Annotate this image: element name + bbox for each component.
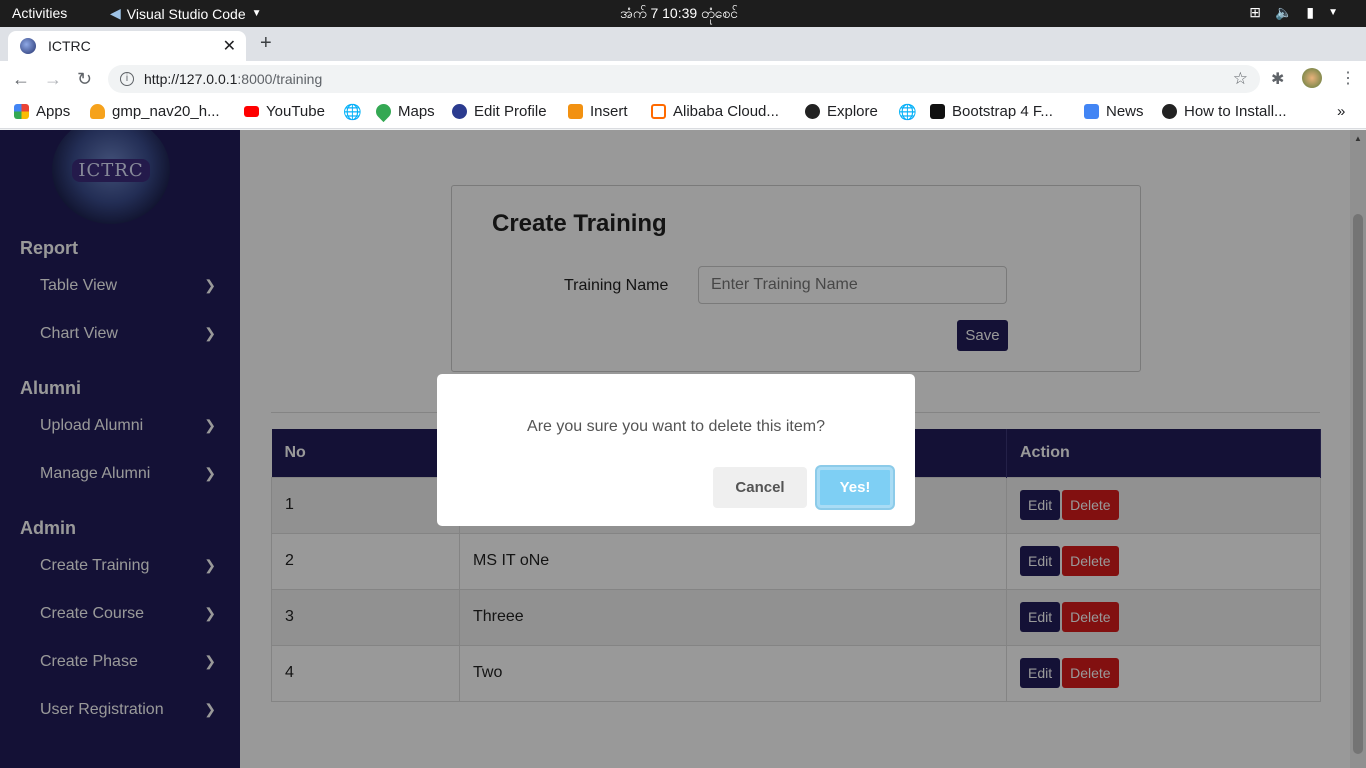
system-tray[interactable]: ⊞ 🔈 ▮ ▼ <box>1249 4 1338 21</box>
bookmark-label: YouTube <box>266 103 325 120</box>
bookmark-globe-2[interactable]: 🌐 <box>898 103 917 121</box>
confirm-yes-button[interactable]: Yes! <box>817 467 893 508</box>
browser-tab-strip: ICTRC ✕ + <box>0 27 1366 61</box>
menu-kebab-icon[interactable]: ⋮ <box>1340 68 1356 88</box>
confirm-delete-dialog: Are you sure you want to delete this ite… <box>437 374 915 526</box>
bookmark-label: Apps <box>36 103 71 120</box>
bookmark-edit-profile[interactable]: Edit Profile <box>452 103 547 120</box>
caret-down-icon: ▼ <box>251 8 262 19</box>
page-viewport: ICTRC Report Table View ❯ Chart View ❯ Alu… <box>0 130 1366 768</box>
forward-icon[interactable]: → <box>44 69 62 90</box>
globe-icon: 🌐 <box>898 104 917 121</box>
youtube-icon <box>244 106 259 117</box>
info-icon[interactable]: i <box>120 72 134 86</box>
dialog-message: Are you sure you want to delete this ite… <box>527 418 825 435</box>
volume-icon: 🔈 <box>1274 4 1293 20</box>
bookmark-news[interactable]: News <box>1084 103 1144 120</box>
extensions-icon[interactable]: ✱ <box>1271 69 1284 89</box>
phpmyadmin-icon <box>568 104 583 119</box>
favicon-icon <box>20 38 36 54</box>
bookmark-maps[interactable]: Maps <box>372 100 435 123</box>
bookmark-label: Alibaba Cloud... <box>673 103 779 120</box>
modal-backdrop[interactable]: Are you sure you want to delete this ite… <box>0 130 1366 768</box>
bookmark-explore[interactable]: Explore <box>805 103 878 120</box>
maps-pin-icon <box>372 100 395 123</box>
battery-icon: ▮ <box>1306 4 1315 20</box>
bookmark-apps[interactable]: Apps <box>14 103 70 120</box>
bookmark-label: Insert <box>590 103 628 120</box>
google-news-icon <box>1084 104 1099 119</box>
globe-icon: 🌐 <box>343 104 362 121</box>
bookmark-alibaba[interactable]: Alibaba Cloud... <box>651 103 779 120</box>
clock[interactable]: အံက် 7 10:39 တုံစေင် <box>620 4 738 25</box>
back-icon[interactable]: ← <box>12 69 30 90</box>
profile-avatar[interactable] <box>1302 68 1322 88</box>
close-tab-icon[interactable]: ✕ <box>223 36 236 56</box>
bookmark-bootstrap[interactable]: Bootstrap 4 F... <box>930 103 1053 120</box>
activities-button[interactable]: Activities <box>12 5 67 21</box>
bookmark-how-to-install[interactable]: How to Install... <box>1162 103 1287 120</box>
bookmark-youtube[interactable]: YouTube <box>244 103 325 120</box>
bookmark-insert[interactable]: Insert <box>568 103 628 120</box>
bookmark-label: Edit Profile <box>474 103 547 120</box>
bookmark-label: News <box>1106 103 1144 120</box>
cancel-button[interactable]: Cancel <box>713 467 807 508</box>
network-icon: ⊞ <box>1249 4 1261 20</box>
bookmarks-bar: Apps gmp_nav20_h... YouTube 🌐 Maps Edit … <box>0 97 1366 129</box>
browser-toolbar: ← → ↻ i http://127.0.0.1:8000/training ☆… <box>0 61 1366 97</box>
more-bookmarks-icon[interactable]: » <box>1337 103 1345 120</box>
caret-down-icon: ▼ <box>1328 7 1338 18</box>
address-bar[interactable]: i http://127.0.0.1:8000/training ☆ <box>108 65 1260 93</box>
ictrc-favicon-icon <box>452 104 467 119</box>
flame-icon <box>90 104 105 119</box>
system-top-bar: Activities ◀ Visual Studio Code ▼ အံက် 7… <box>0 0 1366 27</box>
bookmark-label: gmp_nav20_h... <box>112 103 220 120</box>
apps-grid-icon <box>14 104 29 119</box>
bookmark-gmp[interactable]: gmp_nav20_h... <box>90 103 220 120</box>
vscode-icon: ◀ <box>110 5 121 21</box>
app-menu[interactable]: ◀ Visual Studio Code ▼ <box>110 5 262 22</box>
bookmark-label: How to Install... <box>1184 103 1287 120</box>
hexagon-icon <box>1162 104 1177 119</box>
github-icon <box>805 104 820 119</box>
url-host: http://127.0.0.1 <box>144 71 238 87</box>
bookmark-label: Maps <box>398 103 435 120</box>
bookmark-globe[interactable]: 🌐 <box>343 103 362 121</box>
tab-ictrc[interactable]: ICTRC ✕ <box>8 31 246 61</box>
new-tab-button[interactable]: + <box>260 32 272 55</box>
app-menu-label: Visual Studio Code <box>126 5 246 22</box>
reload-icon[interactable]: ↻ <box>77 69 92 90</box>
bookmark-star-icon[interactable]: ☆ <box>1233 69 1248 89</box>
bookmark-label: Bootstrap 4 F... <box>952 103 1053 120</box>
medium-icon <box>930 104 945 119</box>
tab-title: ICTRC <box>48 38 91 54</box>
url-path: :8000/training <box>237 71 323 87</box>
alibaba-icon <box>651 104 666 119</box>
bookmark-label: Explore <box>827 103 878 120</box>
url-text: http://127.0.0.1:8000/training <box>144 71 322 87</box>
